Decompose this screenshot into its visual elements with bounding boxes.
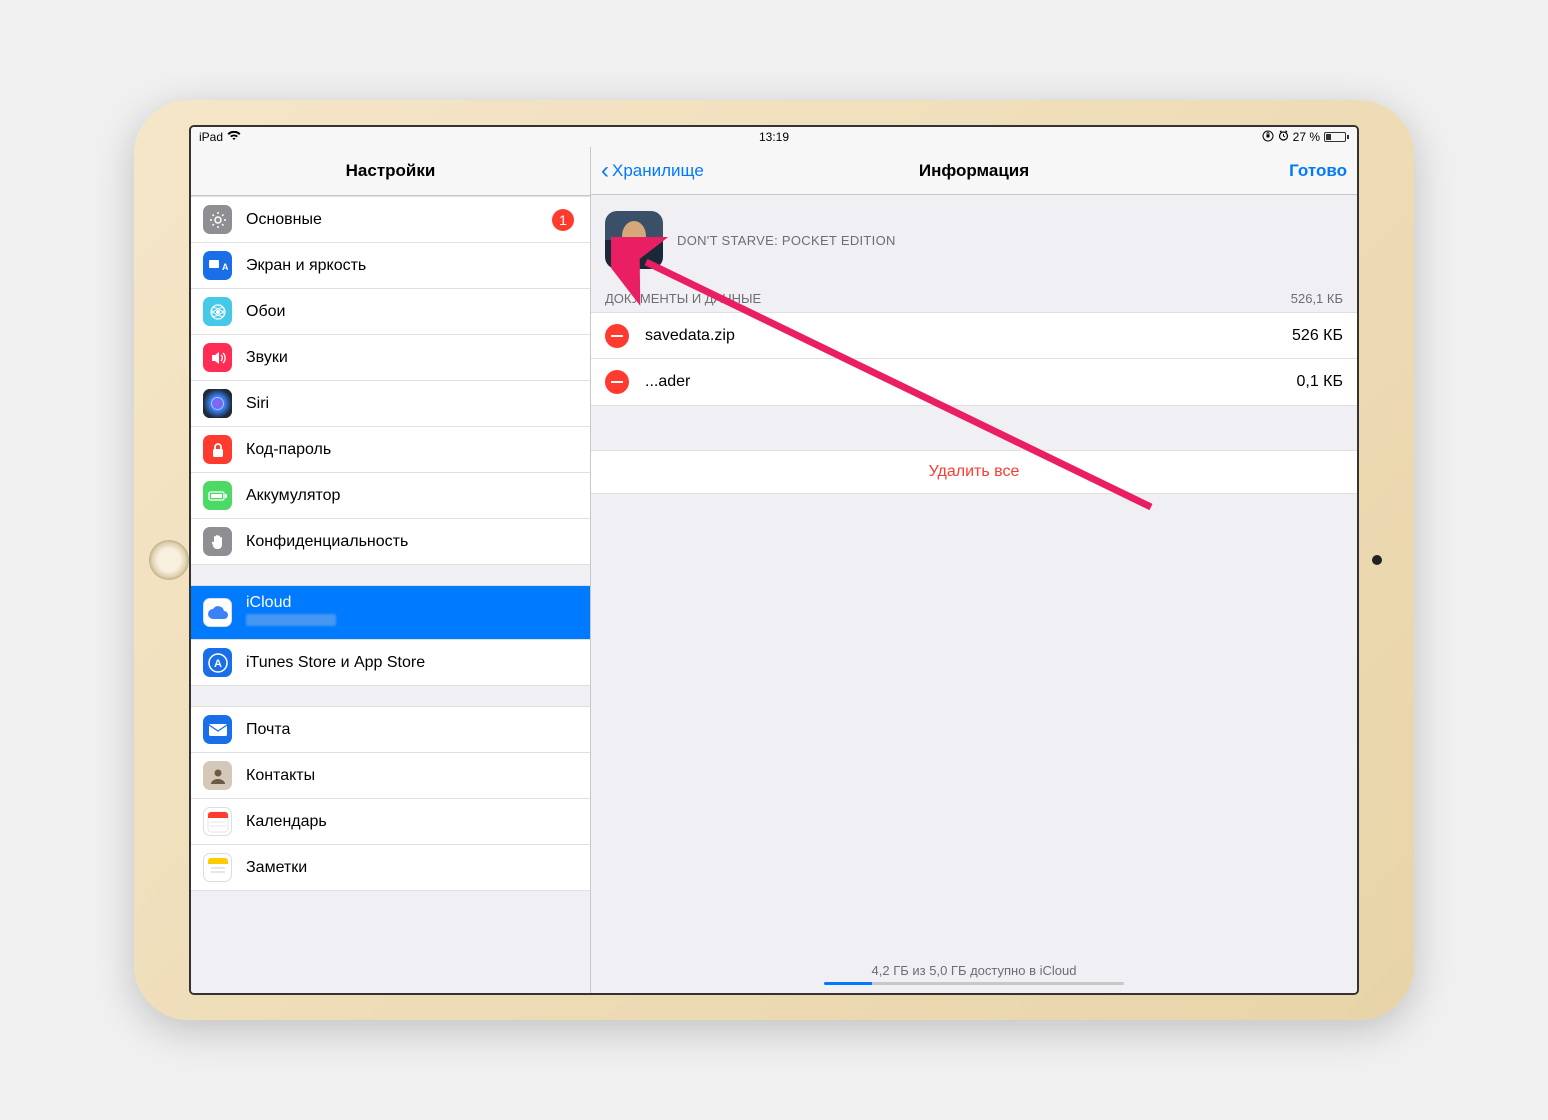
file-name: ...ader <box>645 373 1296 391</box>
badge: 1 <box>552 209 574 231</box>
sidebar-item-label: Аккумулятор <box>246 487 578 505</box>
sidebar-item-contacts[interactable]: Контакты <box>191 753 590 799</box>
sidebar-item-label: Siri <box>246 395 578 413</box>
display-icon: A <box>203 251 232 280</box>
main-body[interactable]: DON'T STARVE: POCKET EDITION ДОКУМЕНТЫ И… <box>591 195 1357 993</box>
contacts-icon <box>203 761 232 790</box>
file-name: savedata.zip <box>645 327 1292 345</box>
sidebar-item-label: Заметки <box>246 859 578 877</box>
app-icon <box>605 211 663 269</box>
back-label: Хранилище <box>612 161 704 181</box>
device-label: iPad <box>199 130 223 144</box>
nav-bar: ‹ Хранилище Информация Готово <box>591 147 1357 195</box>
calendar-icon <box>203 807 232 836</box>
sidebar-item-label: Обои <box>246 303 578 321</box>
orientation-lock-icon <box>1262 130 1274 145</box>
siri-icon <box>203 389 232 418</box>
gear-icon <box>203 205 232 234</box>
file-row[interactable]: savedata.zip526 КБ <box>591 313 1357 359</box>
delete-all-button[interactable]: Удалить все <box>591 450 1357 494</box>
time-label: 13:19 <box>759 130 789 144</box>
camera-icon <box>1372 555 1382 565</box>
sidebar-item-notes[interactable]: Заметки <box>191 845 590 891</box>
sidebar-item-label: Звуки <box>246 349 578 367</box>
mail-icon <box>203 715 232 744</box>
sidebar-item-hand[interactable]: Конфиденциальность <box>191 519 590 565</box>
section-header: ДОКУМЕНТЫ И ДАННЫЕ 526,1 КБ <box>591 285 1357 312</box>
sidebar-item-battery[interactable]: Аккумулятор <box>191 473 590 519</box>
app-title: DON'T STARVE: POCKET EDITION <box>677 233 896 248</box>
storage-footer: 4,2 ГБ из 5,0 ГБ доступно в iCloud <box>591 963 1357 985</box>
back-button[interactable]: ‹ Хранилище <box>601 159 704 183</box>
sidebar-item-label: Контакты <box>246 767 578 785</box>
delete-minus-icon[interactable] <box>605 370 629 394</box>
sidebar-item-label: Экран и яркость <box>246 257 578 275</box>
ipad-frame: iPad 13:19 27 % <box>134 100 1414 1020</box>
hand-icon <box>203 527 232 556</box>
sidebar-title: Настройки <box>191 147 590 196</box>
sound-icon <box>203 343 232 372</box>
storage-bar <box>824 982 1124 985</box>
sidebar-item-siri[interactable]: Siri <box>191 381 590 427</box>
sidebar-item-display[interactable]: A Экран и яркость <box>191 243 590 289</box>
account-sub <box>246 614 336 626</box>
battery-icon <box>203 481 232 510</box>
screen: iPad 13:19 27 % <box>189 125 1359 995</box>
sidebar-item-label: Почта <box>246 721 578 739</box>
notes-icon <box>203 853 232 882</box>
section-size: 526,1 КБ <box>1291 291 1343 306</box>
cloud-icon <box>203 598 232 627</box>
wallpaper-icon <box>203 297 232 326</box>
svg-text:A: A <box>214 658 222 670</box>
status-bar: iPad 13:19 27 % <box>191 127 1357 147</box>
alarm-icon <box>1278 130 1289 144</box>
sidebar-item-wallpaper[interactable]: Обои <box>191 289 590 335</box>
main-panel: ‹ Хранилище Информация Готово DON'T STAR… <box>591 147 1357 993</box>
sidebar-item-lock[interactable]: Код-пароль <box>191 427 590 473</box>
sidebar-item-label: Код-пароль <box>246 441 578 459</box>
chevron-left-icon: ‹ <box>601 159 609 183</box>
sidebar-item-appstore[interactable]: AiTunes Store и App Store <box>191 640 590 686</box>
file-list: savedata.zip526 КБ...ader0,1 КБ <box>591 312 1357 406</box>
sidebar-item-label: Основные <box>246 211 552 229</box>
sidebar-item-gear[interactable]: Основные1 <box>191 196 590 243</box>
home-button[interactable] <box>149 540 189 580</box>
section-title: ДОКУМЕНТЫ И ДАННЫЕ <box>605 291 761 306</box>
nav-title: Информация <box>919 161 1029 181</box>
sidebar-item-calendar[interactable]: Календарь <box>191 799 590 845</box>
sidebar-item-cloud[interactable]: iCloud <box>191 585 590 640</box>
sidebar-item-label: iTunes Store и App Store <box>246 654 578 672</box>
file-row[interactable]: ...ader0,1 КБ <box>591 359 1357 405</box>
appstore-icon: A <box>203 648 232 677</box>
wifi-icon <box>227 130 241 144</box>
sidebar-item-label: Конфиденциальность <box>246 533 578 551</box>
sidebar-item-label: iCloud <box>246 594 578 612</box>
app-header: DON'T STARVE: POCKET EDITION <box>591 195 1357 285</box>
storage-text: 4,2 ГБ из 5,0 ГБ доступно в iCloud <box>591 963 1357 978</box>
done-button[interactable]: Готово <box>1289 161 1347 181</box>
storage-fill <box>824 982 872 985</box>
svg-text:A: A <box>222 262 228 272</box>
sidebar-list[interactable]: Основные1 A Экран и яркость Обои Звуки Siri Ко… <box>191 196 590 993</box>
sidebar-item-label: Календарь <box>246 813 578 831</box>
lock-icon <box>203 435 232 464</box>
sidebar: Настройки Основные1 A Экран и яркость Обои З… <box>191 147 591 993</box>
battery-pct: 27 % <box>1293 130 1320 144</box>
sidebar-item-sound[interactable]: Звуки <box>191 335 590 381</box>
file-size: 0,1 КБ <box>1296 373 1343 391</box>
sidebar-item-mail[interactable]: Почта <box>191 706 590 753</box>
battery-icon <box>1324 132 1349 142</box>
delete-minus-icon[interactable] <box>605 324 629 348</box>
content: Настройки Основные1 A Экран и яркость Обои З… <box>191 147 1357 993</box>
file-size: 526 КБ <box>1292 327 1343 345</box>
